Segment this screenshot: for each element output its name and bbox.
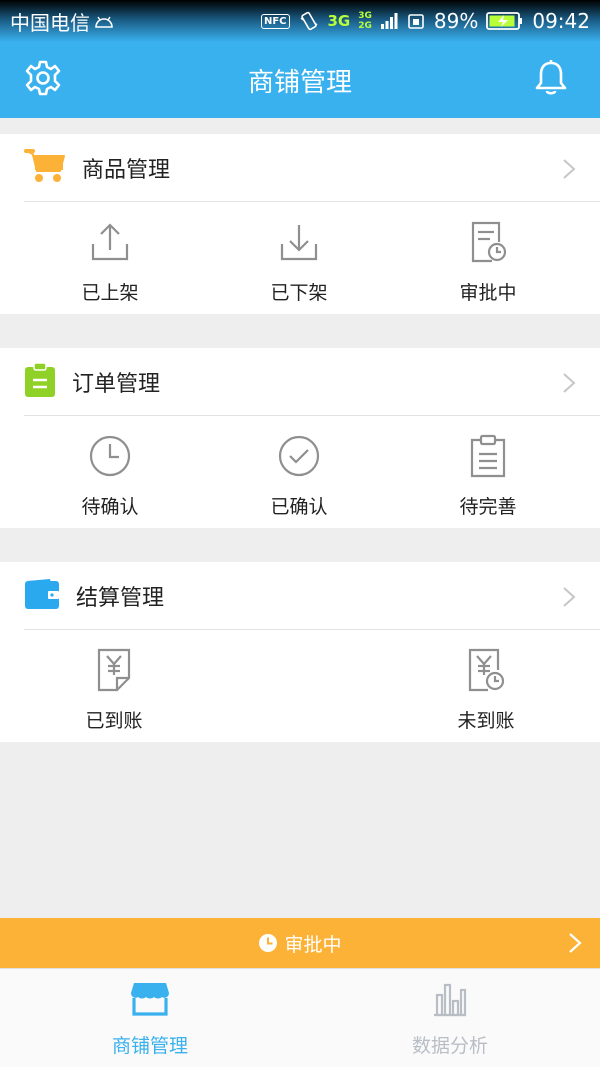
section-title: 订单管理: [72, 371, 161, 397]
chevron-right-icon: [562, 586, 576, 612]
section-title: 商品管理: [82, 157, 171, 183]
clipboard-list-icon: [469, 434, 507, 478]
item-label: 待确认: [81, 496, 139, 518]
tab-data-analysis[interactable]: 数据分析: [370, 981, 530, 1058]
section-title: 结算管理: [76, 585, 165, 611]
clock-icon: [89, 434, 131, 478]
sim-icon: [406, 11, 426, 31]
carrier-group: 中国电信: [10, 7, 114, 36]
document-clock-icon: [468, 220, 508, 264]
bar-chart-icon: [432, 981, 468, 1021]
product-management-header[interactable]: 商品管理: [24, 134, 600, 202]
network-stack-bottom: 2G: [358, 21, 372, 31]
wallet-icon: [24, 578, 60, 614]
carrier-name: 中国电信: [10, 10, 90, 35]
item-label: 待完善: [459, 496, 517, 518]
to-be-confirmed-button[interactable]: 待确认: [40, 434, 180, 519]
battery-percent: 89%: [433, 9, 479, 33]
settlement-management-header[interactable]: 结算管理: [24, 562, 600, 630]
store-icon: [130, 981, 170, 1021]
order-management-actions: 待确认 已确认 待完善: [0, 416, 600, 528]
chevron-right-icon: [568, 932, 582, 959]
yen-clock-icon: [466, 648, 506, 692]
upload-icon: [90, 220, 130, 264]
banner-text: 审批中: [284, 933, 342, 956]
signal-icon: [380, 12, 398, 30]
not-received-button[interactable]: 未到账: [416, 648, 556, 733]
product-management-actions: 已上架 已下架 审批中: [0, 202, 600, 314]
clock-icon: [258, 933, 278, 953]
order-management-header[interactable]: 订单管理: [24, 348, 600, 416]
yen-document-icon: [95, 648, 133, 692]
tab-store-management[interactable]: 商铺管理: [70, 981, 230, 1058]
shopping-cart-icon: [24, 148, 66, 188]
approval-status-banner[interactable]: 审批中: [0, 918, 600, 968]
vibrate-icon: [298, 10, 320, 32]
item-label: 未到账: [457, 710, 515, 732]
notifications-button[interactable]: [530, 59, 572, 101]
chevron-right-icon: [562, 158, 576, 184]
bell-icon: [534, 59, 568, 101]
clock-time: 09:42: [532, 9, 590, 33]
item-label: 已下架: [270, 282, 328, 304]
item-label: 已到账: [85, 710, 143, 732]
item-label: 已上架: [81, 282, 139, 304]
confirmed-button[interactable]: 已确认: [229, 434, 369, 519]
android-icon: [94, 14, 114, 28]
chevron-right-icon: [562, 372, 576, 398]
order-management-card: 订单管理 待确认 已确认 待完善: [0, 348, 600, 528]
item-label: 已确认: [270, 496, 328, 518]
battery-charging-icon: [486, 11, 524, 31]
gear-icon: [24, 59, 62, 101]
check-circle-icon: [278, 434, 320, 478]
tab-label: 数据分析: [411, 1035, 488, 1057]
tab-label: 商铺管理: [111, 1035, 188, 1057]
network-type: 3G: [327, 12, 351, 30]
download-icon: [279, 220, 319, 264]
product-management-card: 商品管理 已上架 已下架 审批中: [0, 134, 600, 314]
clipboard-icon: [24, 361, 56, 402]
pending-approval-products-button[interactable]: 审批中: [418, 220, 558, 305]
settlement-management-actions: 已到账 未到账: [0, 630, 600, 742]
network-stack-top: 3G: [358, 11, 372, 21]
listed-products-button[interactable]: 已上架: [40, 220, 180, 305]
received-button[interactable]: 已到账: [44, 648, 184, 733]
status-bar: 中国电信 NFC 3G 3G 2G 89% 09:42: [0, 0, 600, 42]
status-icons: NFC 3G 3G 2G 89% 09:42: [260, 9, 590, 33]
bottom-tab-bar: 商铺管理 数据分析: [0, 968, 600, 1067]
app-header: 商铺管理: [0, 42, 600, 118]
network-stack: 3G 2G: [358, 11, 372, 31]
item-label: 审批中: [459, 282, 517, 304]
to-be-completed-button[interactable]: 待完善: [418, 434, 558, 519]
nfc-icon: NFC: [260, 13, 290, 29]
settings-button[interactable]: [22, 59, 64, 101]
settlement-management-card: 结算管理 已到账 未到账: [0, 562, 600, 742]
delisted-products-button[interactable]: 已下架: [229, 220, 369, 305]
page-title: 商铺管理: [247, 67, 352, 98]
